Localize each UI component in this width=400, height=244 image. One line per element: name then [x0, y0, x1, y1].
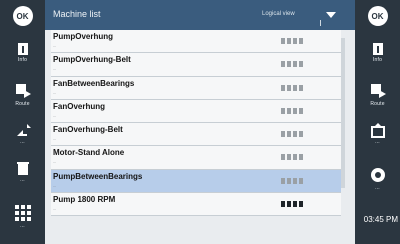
list-item[interactable]: FanOverhung-Belt ... [51, 123, 341, 147]
machine-meta: ... [53, 66, 57, 72]
grid-caption: ... [20, 223, 25, 229]
resize-handle [320, 20, 327, 26]
route-icon [370, 84, 386, 98]
trash-icon [16, 162, 29, 175]
machine-name: PumpBetweenBearings [53, 171, 143, 181]
machine-name: Motor-Stand Alone [53, 148, 125, 158]
machine-name: PumpOverhung-Belt [53, 55, 131, 65]
machine-name: FanBetweenBearings [53, 78, 135, 88]
list-item-selected[interactable]: PumpBetweenBearings ... [51, 169, 341, 194]
info-button-right[interactable]: Info [359, 42, 396, 63]
machine-meta: ... [53, 136, 57, 142]
info-button-left[interactable]: Info [4, 42, 41, 63]
route-caption: Route [370, 101, 385, 107]
machine-meta: ... [53, 112, 57, 118]
status-bars-icon [281, 38, 303, 44]
machine-meta: ... [53, 182, 57, 188]
machine-name: PumpOverhung [53, 32, 114, 41]
ok-button-right[interactable]: OK [359, 6, 396, 26]
info-caption: Info [372, 57, 383, 63]
trash-caption: ... [20, 177, 25, 183]
ok-icon: OK [12, 6, 33, 26]
machine-name: Pump 1800 RPM [53, 195, 116, 205]
route-icon [15, 84, 31, 98]
machine-meta: ... [53, 43, 57, 48]
grid-icon [14, 205, 31, 221]
list-item[interactable]: Pump 1800 RPM ... [51, 193, 341, 217]
app-screen: OK Info Route ... ... ... Machine list L… [0, 0, 400, 244]
export-button-right[interactable]: ... [359, 122, 396, 145]
info-caption: Info [17, 57, 28, 63]
list-header: Machine list Logical view [45, 0, 355, 30]
ok-button-left[interactable]: OK [4, 6, 41, 26]
arrows-caption: ... [20, 139, 25, 145]
arrows-icon [16, 124, 31, 136]
page-title: Machine list [53, 9, 101, 19]
ok-label: OK [16, 11, 29, 21]
export-icon [370, 123, 385, 138]
route-caption: Route [15, 101, 30, 107]
view-dropdown[interactable]: Logical view [262, 11, 295, 17]
chevron-down-icon[interactable] [326, 12, 336, 18]
machine-meta: ... [53, 159, 57, 165]
left-toolbar: OK Info Route ... ... ... [0, 0, 45, 244]
status-bars-icon [281, 154, 303, 161]
arrows-button-left[interactable]: ... [4, 122, 41, 145]
machine-list-panel: Machine list Logical view PumpOverhung .… [45, 0, 355, 244]
info-icon [372, 43, 383, 55]
status-bars-icon [281, 84, 303, 91]
list-item[interactable]: FanOverhung ... [51, 99, 341, 124]
record-caption: ... [375, 185, 380, 191]
machine-list: PumpOverhung ... PumpOverhung-Belt ... F… [51, 30, 341, 244]
right-toolbar: OK Info Route ... ... 03:45 PM [355, 0, 400, 244]
ok-icon: OK [367, 6, 388, 26]
route-button-left[interactable]: Route [4, 82, 41, 107]
status-bars-icon [281, 61, 303, 68]
status-bars-icon [281, 201, 303, 208]
grid-button-left[interactable]: ... [4, 204, 41, 229]
status-bars-icon [281, 107, 303, 114]
list-scrollbar[interactable] [341, 38, 345, 188]
export-caption: ... [375, 139, 380, 145]
machine-name: FanOverhung-Belt [53, 125, 123, 135]
list-item[interactable]: Motor-Stand Alone ... [51, 146, 341, 170]
machine-meta: ... [53, 206, 57, 212]
status-bars-icon [281, 131, 303, 138]
status-bars-icon [281, 177, 303, 184]
trash-button-left[interactable]: ... [4, 160, 41, 183]
list-item[interactable]: FanBetweenBearings ... [51, 76, 341, 100]
machine-meta: ... [53, 89, 57, 95]
time-display: 03:45 PM [363, 215, 398, 224]
info-icon [17, 43, 28, 55]
machine-name: FanOverhung [53, 101, 106, 111]
record-button-right[interactable]: ... [359, 166, 396, 191]
list-item[interactable]: PumpOverhung ... [51, 30, 341, 54]
route-button-right[interactable]: Route [359, 82, 396, 107]
ok-label: OK [371, 11, 384, 21]
record-icon [370, 168, 385, 182]
list-item[interactable]: PumpOverhung-Belt ... [51, 53, 341, 77]
